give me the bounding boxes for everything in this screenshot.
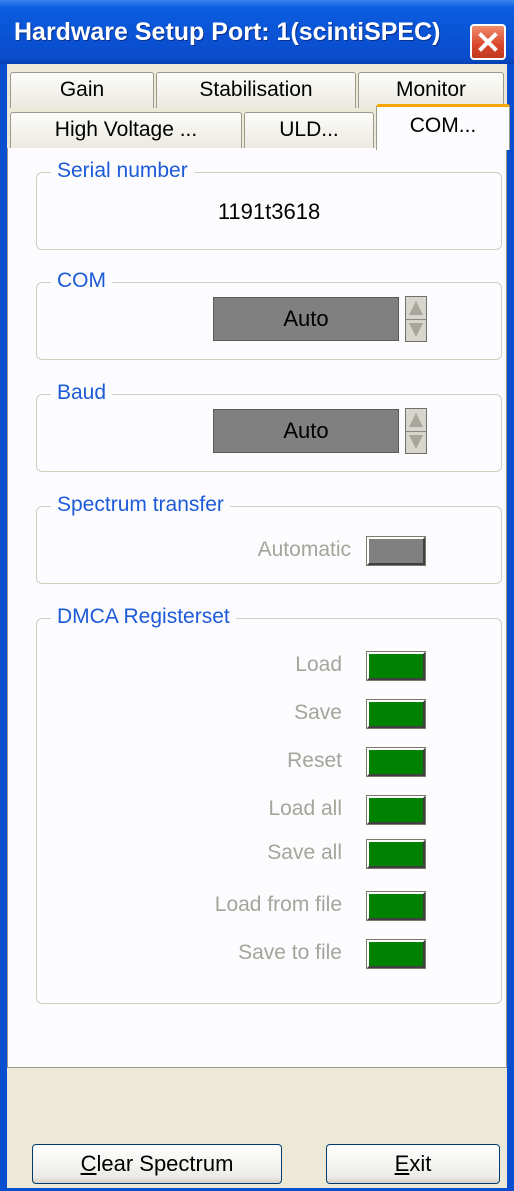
clear-spectrum-mnemonic: C bbox=[80, 1151, 97, 1176]
arrow-up-icon[interactable] bbox=[409, 413, 423, 427]
baud-title: Baud bbox=[51, 381, 113, 405]
window-title: Hardware Setup Port: 1(scintiSPEC) bbox=[14, 18, 441, 46]
title-bar[interactable]: Hardware Setup Port: 1(scintiSPEC) bbox=[0, 0, 514, 64]
dmca-row-button[interactable] bbox=[366, 699, 426, 729]
close-icon bbox=[478, 32, 498, 52]
baud-group: Baud Auto bbox=[36, 381, 502, 472]
close-button[interactable] bbox=[470, 24, 506, 60]
tab-panel-com: Serial number 1191t3618 COM Auto Baud Au… bbox=[7, 148, 507, 1068]
exit-button[interactable]: Exit bbox=[326, 1144, 500, 1184]
dmca-row-label: Save all bbox=[267, 841, 342, 864]
arrow-down-icon[interactable] bbox=[409, 323, 423, 337]
serial-number-value: 1191t3618 bbox=[217, 199, 321, 224]
com-spinner[interactable] bbox=[405, 296, 427, 342]
baud-value-field[interactable]: Auto bbox=[213, 409, 399, 453]
tab-high-voltage[interactable]: High Voltage ... bbox=[10, 112, 242, 148]
serial-number-group: Serial number 1191t3618 bbox=[36, 159, 502, 250]
arrow-up-icon[interactable] bbox=[409, 301, 423, 315]
baud-spinner[interactable] bbox=[405, 408, 427, 454]
dmca-row-label: Save bbox=[294, 701, 342, 724]
dmca-row-button[interactable] bbox=[366, 651, 426, 681]
dmca-registerset-title: DMCA Registerset bbox=[51, 605, 236, 629]
tab-label: Gain bbox=[59, 78, 105, 101]
tab-monitor[interactable]: Monitor bbox=[358, 72, 504, 108]
automatic-label: Automatic bbox=[257, 538, 351, 561]
exit-mnemonic: E bbox=[394, 1151, 410, 1176]
tab-label: Monitor bbox=[395, 78, 467, 101]
com-value-field[interactable]: Auto bbox=[213, 297, 399, 341]
spectrum-transfer-title: Spectrum transfer bbox=[51, 493, 230, 517]
window: Hardware Setup Port: 1(scintiSPEC) Gain … bbox=[0, 0, 514, 1191]
dmca-row-label: Reset bbox=[287, 749, 342, 772]
automatic-toggle[interactable] bbox=[366, 536, 426, 566]
dmca-row-label: Load bbox=[295, 653, 342, 676]
tab-gain[interactable]: Gain bbox=[10, 72, 154, 108]
spinner-divider bbox=[406, 319, 426, 320]
com-title: COM bbox=[51, 269, 112, 293]
tab-stabilisation[interactable]: Stabilisation bbox=[156, 72, 356, 108]
serial-number-title: Serial number bbox=[51, 159, 194, 183]
dmca-row-button[interactable] bbox=[366, 795, 426, 825]
dmca-row-button[interactable] bbox=[366, 747, 426, 777]
spinner-divider bbox=[406, 431, 426, 432]
clear-spectrum-button[interactable]: Clear Spectrum bbox=[32, 1144, 282, 1184]
tab-label: ULD... bbox=[279, 118, 339, 141]
dmca-row-label: Save to file bbox=[238, 941, 342, 964]
com-group: COM Auto bbox=[36, 269, 502, 360]
tab-label: Stabilisation bbox=[199, 78, 313, 101]
clear-spectrum-label: lear Spectrum bbox=[96, 1151, 234, 1176]
tab-com[interactable]: COM... bbox=[376, 104, 510, 150]
arrow-down-icon[interactable] bbox=[409, 435, 423, 449]
tab-uld[interactable]: ULD... bbox=[244, 112, 374, 148]
spectrum-transfer-group: Spectrum transfer Automatic bbox=[36, 493, 502, 584]
tab-label: High Voltage ... bbox=[54, 118, 198, 141]
dmca-row-button[interactable] bbox=[366, 839, 426, 869]
tab-label: COM... bbox=[409, 114, 477, 137]
dmca-row-button[interactable] bbox=[366, 891, 426, 921]
dmca-row-button[interactable] bbox=[366, 939, 426, 969]
dmca-row-label: Load all bbox=[268, 797, 342, 820]
exit-label: xit bbox=[409, 1151, 432, 1176]
dmca-row-label: Load from file bbox=[214, 893, 342, 916]
